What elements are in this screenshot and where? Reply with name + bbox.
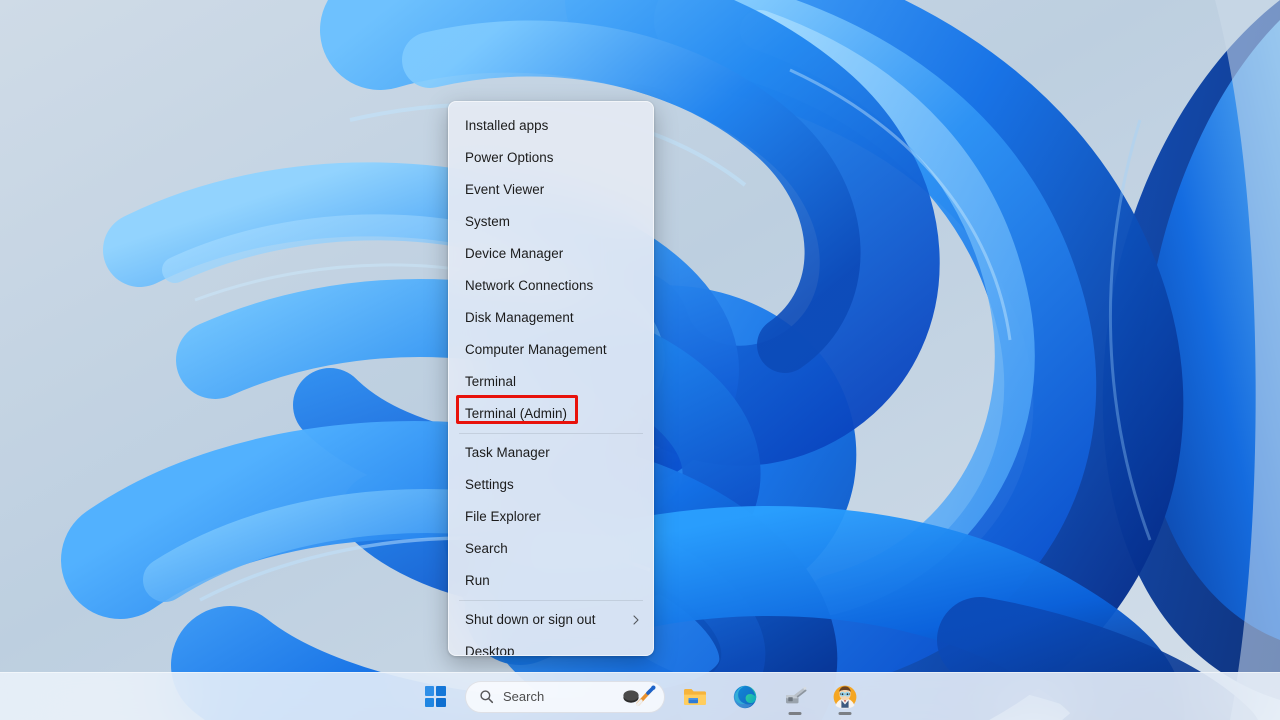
menu-item-terminal[interactable]: Terminal (449, 366, 653, 398)
menu-item-label: Power Options (465, 150, 554, 165)
menu-item-desktop[interactable]: Desktop (449, 636, 653, 656)
search-icon (479, 689, 494, 704)
menu-separator (459, 433, 643, 434)
taskbar-app-microsoft-edge[interactable] (725, 677, 765, 717)
menu-item-network-connections[interactable]: Network Connections (449, 270, 653, 302)
menu-item-search[interactable]: Search (449, 533, 653, 565)
menu-item-label: Task Manager (465, 445, 550, 460)
menu-item-label: Device Manager (465, 246, 564, 261)
menu-item-system[interactable]: System (449, 206, 653, 238)
menu-item-shut-down-or-sign-out[interactable]: Shut down or sign out (449, 604, 653, 636)
running-indicator (788, 711, 802, 715)
menu-item-label: Terminal (Admin) (465, 406, 567, 421)
hockey-puck-and-stick-icon (620, 685, 656, 709)
menu-item-label: Terminal (465, 374, 516, 389)
menu-item-label: Desktop (465, 644, 515, 656)
menu-item-event-viewer[interactable]: Event Viewer (449, 174, 653, 206)
menu-item-power-options[interactable]: Power Options (449, 142, 653, 174)
menu-item-label: Run (465, 573, 490, 588)
menu-item-settings[interactable]: Settings (449, 469, 653, 501)
menu-item-label: Disk Management (465, 310, 574, 325)
menu-item-label: Settings (465, 477, 514, 492)
menu-item-label: Shut down or sign out (465, 612, 596, 627)
start-button[interactable] (415, 677, 455, 717)
menu-item-label: Search (465, 541, 508, 556)
search-placeholder-text: Search (503, 689, 545, 704)
menu-item-label: Network Connections (465, 278, 594, 293)
menu-item-device-manager[interactable]: Device Manager (449, 238, 653, 270)
quick-link-menu[interactable]: Installed apps Power Options Event Viewe… (448, 101, 654, 656)
menu-item-file-explorer[interactable]: File Explorer (449, 501, 653, 533)
snipping-tool-icon (782, 684, 808, 710)
menu-item-label: Installed apps (465, 118, 549, 133)
menu-item-terminal-admin[interactable]: Terminal (Admin) (449, 398, 653, 430)
menu-item-label: Event Viewer (465, 182, 545, 197)
taskbar[interactable]: Search (0, 672, 1280, 720)
menu-item-label: System (465, 214, 510, 229)
desktop[interactable]: Installed apps Power Options Event Viewe… (0, 0, 1280, 720)
menu-item-disk-management[interactable]: Disk Management (449, 302, 653, 334)
microsoft-edge-icon (732, 684, 758, 710)
menu-separator (459, 600, 643, 601)
menu-item-run[interactable]: Run (449, 565, 653, 597)
taskbar-app-user-profile[interactable] (825, 677, 865, 717)
file-explorer-icon (682, 684, 708, 710)
chevron-right-icon (631, 615, 641, 625)
menu-item-installed-apps[interactable]: Installed apps (449, 110, 653, 142)
menu-item-task-manager[interactable]: Task Manager (449, 437, 653, 469)
menu-item-label: File Explorer (465, 509, 541, 524)
running-indicator (838, 711, 852, 715)
taskbar-app-snipping-tool[interactable] (775, 677, 815, 717)
taskbar-center-group: Search (415, 677, 865, 717)
search-input[interactable]: Search (465, 680, 665, 713)
windows-logo-icon (424, 686, 446, 707)
menu-item-label: Computer Management (465, 342, 607, 357)
user-avatar-icon (832, 684, 858, 710)
menu-item-computer-management[interactable]: Computer Management (449, 334, 653, 366)
taskbar-app-file-explorer[interactable] (675, 677, 715, 717)
